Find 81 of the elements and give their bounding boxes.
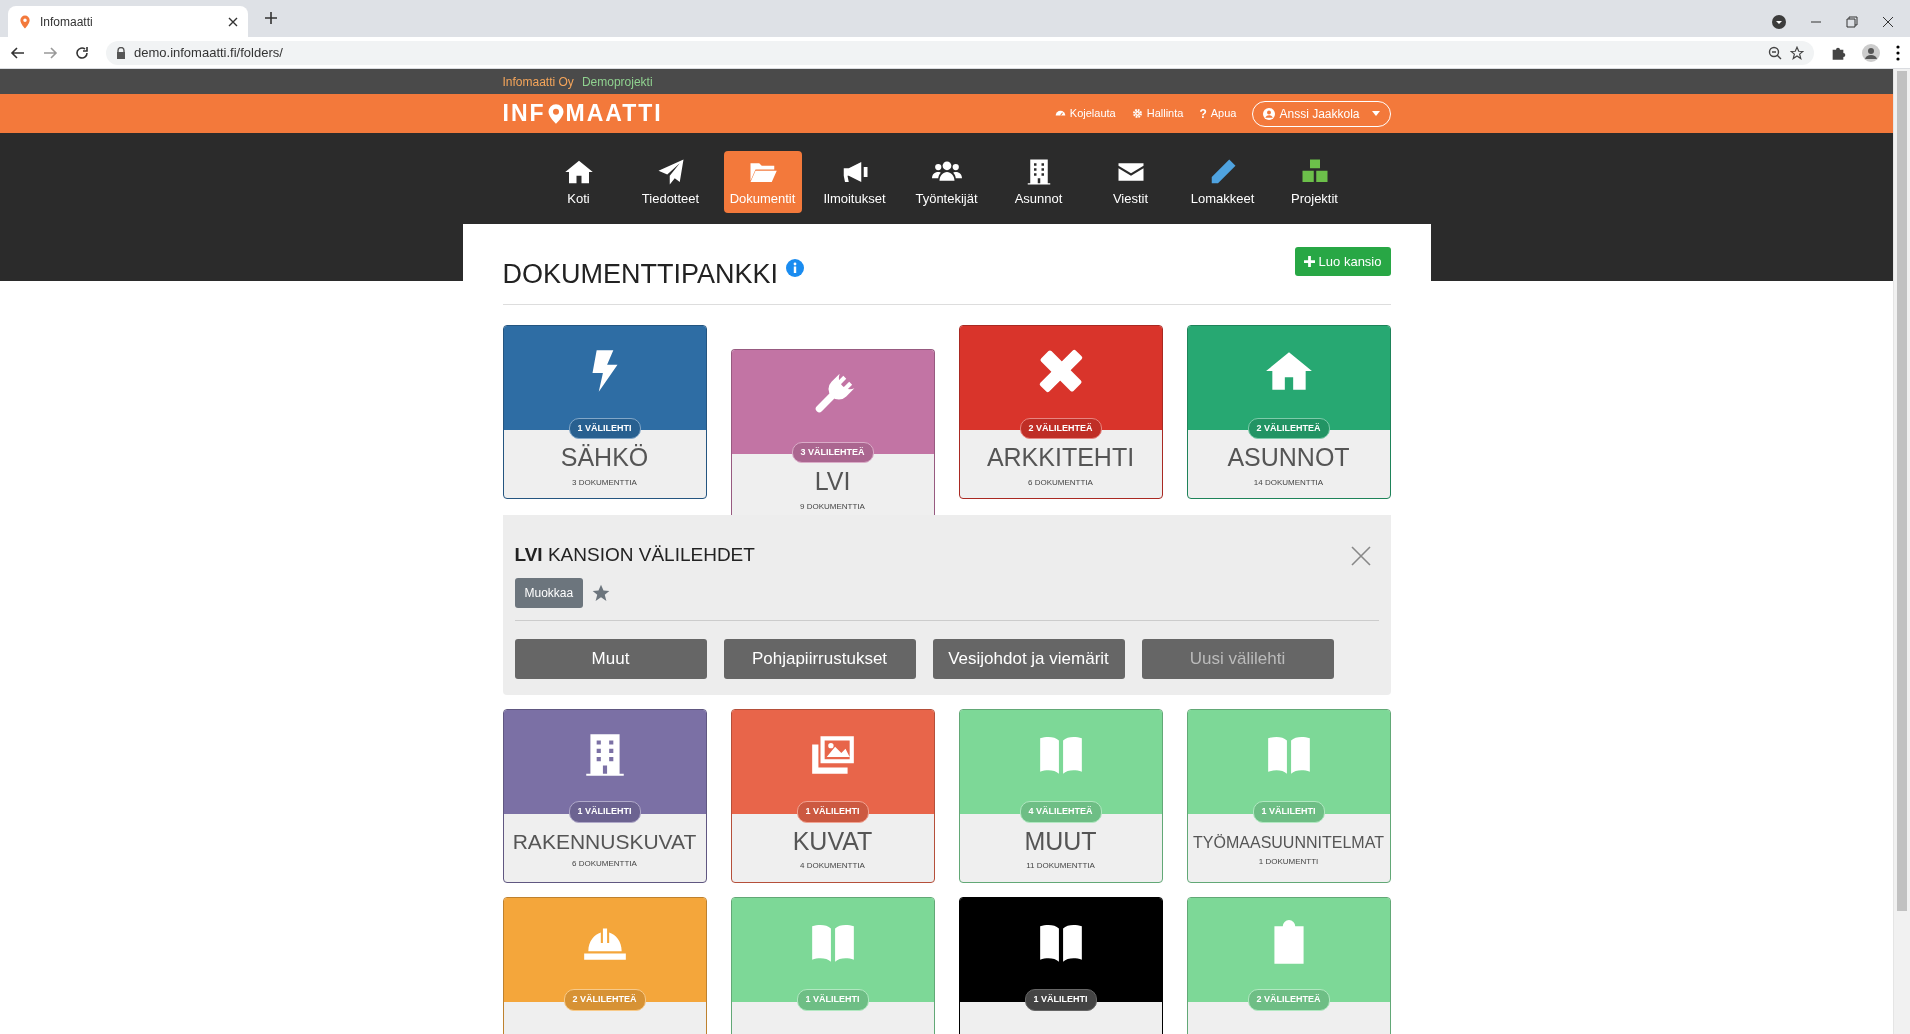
folder-name: ASUNNOT [1226, 444, 1351, 472]
close-icon [1350, 546, 1371, 567]
caret-icon [1371, 111, 1380, 116]
gauge-icon [1054, 108, 1066, 119]
tab-title: Infomaatti [40, 13, 94, 31]
tab-count-badge: 2 VÄLILEHTEÄ [1019, 417, 1102, 440]
document-count: 6 DOKUMENTTIA [571, 858, 638, 870]
folder-card[interactable]: 1 VÄLILEHTI KUVAT 4 DOKUMENTTIA [730, 708, 935, 883]
info-icon [786, 259, 805, 278]
document-count: 1 DOKUMENTTI [1257, 856, 1320, 869]
close-icon [228, 16, 238, 27]
map-pin-icon [546, 102, 565, 125]
panel-title: LVI KANSION VÄLILEHDET [514, 543, 755, 568]
folder-card[interactable]: 2 VÄLILEHTEÄ ARKKITEHTI 6 DOKUMENTTIA [958, 325, 1163, 500]
folder-name: ARKKITEHTI [985, 444, 1136, 472]
folder-tab-button[interactable]: Muut [514, 638, 707, 679]
folder-name: MUUT [1023, 827, 1098, 856]
close-button[interactable] [1350, 543, 1371, 568]
plus-icon [264, 10, 278, 25]
tab-count-badge: 1 VÄLILEHTI [568, 801, 641, 823]
document-count: 9 DOKUMENTTIA [799, 500, 866, 513]
document-count: 4 DOKUMENTTIA [799, 860, 866, 873]
folder-card[interactable]: 1 VÄLILEHTI TYÖMAASUUNNITELMAT 1 DOKUMENTTI [1186, 708, 1391, 883]
nav-tab[interactable]: Lomakkeet [1183, 151, 1262, 213]
document-count: 11 DOKUMENTTIA [1025, 860, 1096, 873]
folder-tab-button[interactable]: Vesijohdot ja viemärit [932, 638, 1125, 679]
tab-count-badge: 4 VÄLILEHTEÄ [1019, 801, 1102, 823]
folder-name: LVI [813, 468, 852, 496]
pin-icon [18, 14, 32, 29]
folder-card[interactable]: 2 VÄLILEHTEÄ ASUNNOT 14 DOKUMENTTIA [1186, 325, 1391, 500]
folder-name: RAKENNUSKUVAT [511, 828, 698, 853]
scrollbar[interactable] [1893, 69, 1910, 1034]
nav-tab[interactable]: Tiedotteet [631, 151, 710, 213]
profile-icon [1862, 43, 1880, 62]
profile-menu-icon [1772, 15, 1786, 29]
tab-count-badge: 2 VÄLILEHTEÄ [1247, 989, 1330, 1011]
nav-tab[interactable]: Asunnot [999, 151, 1078, 213]
reload-icon [74, 44, 90, 61]
tab-count-badge: 2 VÄLILEHTEÄ [1247, 417, 1330, 440]
document-count: 6 DOKUMENTTIA [1027, 476, 1094, 489]
tab-count-badge: 1 VÄLILEHTI [796, 801, 869, 823]
kebab-menu-icon [1896, 44, 1900, 61]
folder-name: KUVAT [791, 827, 874, 856]
forward-icon [42, 44, 58, 61]
tab-count-badge: 1 VÄLILEHTI [796, 989, 869, 1011]
tab-count-badge: 1 VÄLILEHTI [1024, 989, 1097, 1011]
star-icon [1790, 45, 1804, 60]
folder-name: TYÖMAASUUNNITELMAT [1192, 832, 1385, 852]
page-title: DOKUMENTTIPANKKI [502, 258, 779, 291]
zoom-icon [1768, 45, 1782, 60]
folder-tab-button[interactable]: Pohjapiirrustukset [723, 638, 916, 679]
folder-card[interactable]: 1 VÄLILEHTI SÄHKÖ 3 DOKUMENTTIA [502, 325, 707, 500]
tab-count-badge: 3 VÄLILEHTEÄ [791, 441, 874, 464]
address-bar[interactable]: demo.infomaatti.fi/folders/ [106, 40, 1814, 65]
help-icon: ? [1199, 104, 1207, 123]
nav-tab[interactable]: Koti [539, 151, 618, 213]
document-count: 14 DOKUMENTTIA [1252, 476, 1325, 489]
folder-card[interactable]: 1 VÄLILEHTI [958, 896, 1163, 1034]
folder-card[interactable]: 4 VÄLILEHTEÄ MUUT 11 DOKUMENTTIA [958, 708, 1163, 883]
user-icon [1263, 107, 1276, 120]
tab-count-badge: 2 VÄLILEHTEÄ [563, 989, 646, 1011]
nav-tab[interactable]: Projektit [1275, 151, 1354, 213]
tab-count-badge: 1 VÄLILEHTI [1252, 801, 1325, 823]
edit-button[interactable]: Muokkaa [514, 577, 584, 608]
lock-icon [116, 46, 126, 59]
restore-icon [1846, 16, 1858, 28]
project-link[interactable]: Demoprojekti [581, 72, 653, 91]
nav-tab[interactable]: Työntekijät [907, 151, 986, 213]
tab-count-badge: 1 VÄLILEHTI [568, 417, 641, 440]
plus-icon [1303, 256, 1315, 268]
close-icon [1882, 16, 1894, 28]
folder-card[interactable]: 3 VÄLILEHTEÄ LVI 9 DOKUMENTTIA [730, 349, 935, 516]
folder-name: SÄHKÖ [559, 444, 650, 472]
nav-tab[interactable]: Viestit [1091, 151, 1170, 213]
document-count: 3 DOKUMENTTIA [571, 476, 638, 489]
gear-icon [1131, 108, 1143, 119]
nav-tab[interactable]: Ilmoitukset [815, 151, 894, 213]
folder-card[interactable]: 1 VÄLILEHTI RAKENNUSKUVAT 6 DOKUMENTTIA [502, 708, 707, 883]
browser-tab[interactable]: Infomaatti [8, 6, 248, 37]
back-icon [10, 44, 26, 61]
company-link[interactable]: Infomaatti Oy [502, 72, 574, 91]
